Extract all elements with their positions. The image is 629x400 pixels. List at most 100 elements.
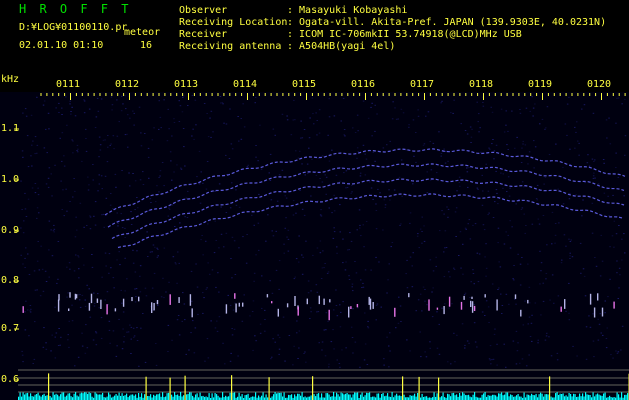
noise-dot [168,208,171,210]
noise-dot [259,124,261,126]
noise-dot [225,232,228,234]
noise-dot [364,269,367,271]
meteor-echo [348,306,350,318]
baseline-bar [289,395,291,400]
noise-dot [617,351,620,353]
baseline-bar [382,392,384,400]
noise-dot [470,281,472,283]
noise-dot [293,278,296,280]
noise-dot [106,161,109,163]
noise-dot [61,209,63,210]
meteor-echo [114,308,117,312]
baseline-bar [175,395,177,400]
meteor-echo [560,306,562,312]
noise-dot [502,173,504,175]
meteor-echo [271,301,273,304]
noise-dot [360,235,362,237]
noise-dot [132,110,134,112]
noise-dot [515,363,518,365]
noise-dot [382,229,384,231]
baseline-bar [25,393,27,400]
noise-dot [569,241,572,242]
noise-dot [615,350,617,352]
noise-dot [551,211,554,213]
noise-dot [339,180,341,182]
noise-dot [522,324,525,326]
noise-dot [469,126,472,128]
baseline-bar [559,393,561,400]
noise-dot [603,192,606,194]
noise-dot [398,176,401,178]
noise-dot [300,120,302,122]
noise-dot [623,233,625,235]
noise-dot [260,168,263,170]
noise-dot [419,331,421,333]
noise-dot [328,160,331,162]
noise-dot [242,103,244,105]
noise-dot [309,318,311,319]
noise-dot [551,274,554,276]
baseline-bar [147,396,149,400]
noise-dot [323,267,325,269]
noise-dot [600,234,602,236]
noise-dot [46,152,48,154]
noise-dot [485,243,487,245]
noise-dot [539,123,541,125]
noise-dot [617,97,620,99]
noise-dot [25,247,27,249]
noise-dot [357,151,359,153]
baseline-bar [225,395,227,400]
noise-dot [345,170,348,172]
meteor-echo [471,296,473,299]
noise-dot [51,255,54,257]
time-tick-label: 0115 [292,79,317,90]
noise-dot [78,256,80,258]
meteor-echo [234,293,236,299]
noise-dot [495,189,498,191]
noise-dot [257,160,259,162]
noise-dot [492,139,494,140]
baseline-bar [247,393,249,400]
noise-dot [583,104,586,106]
noise-dot [41,268,44,270]
noise-dot [121,348,124,350]
noise-dot [286,115,288,117]
noise-dot [602,334,604,336]
noise-dot [132,262,135,264]
noise-dot [86,225,88,226]
noise-dot [145,295,148,297]
baseline-bar [88,392,90,400]
noise-dot [55,332,58,334]
baseline-bar [424,396,426,400]
noise-dot [569,252,571,254]
noise-dot [618,267,621,269]
noise-dot [443,251,445,253]
noise-dot [157,255,159,257]
baseline-bar [157,394,159,400]
noise-dot [138,106,141,108]
meteor-echo [520,309,522,317]
noise-dot [380,306,382,308]
noise-dot [277,334,279,336]
meteor-echo [408,293,410,298]
freq-tick-label: 0.6 [1,374,20,385]
noise-dot [540,262,543,264]
noise-dot [271,356,273,358]
meteor-echo [328,309,330,321]
noise-dot [190,270,193,272]
noise-dot [188,211,191,213]
noise-dot [207,136,210,138]
noise-dot [316,247,319,249]
noise-dot [83,100,86,102]
noise-dot [488,147,490,149]
noise-dot [400,223,402,225]
noise-dot [112,208,114,210]
noise-dot [285,197,288,199]
noise-dot [100,98,103,100]
noise-dot [206,113,208,114]
noise-dot [163,185,165,187]
noise-dot [254,102,256,104]
noise-dot [133,124,135,126]
baseline-bar [564,396,566,400]
meteor-echo [235,303,237,313]
